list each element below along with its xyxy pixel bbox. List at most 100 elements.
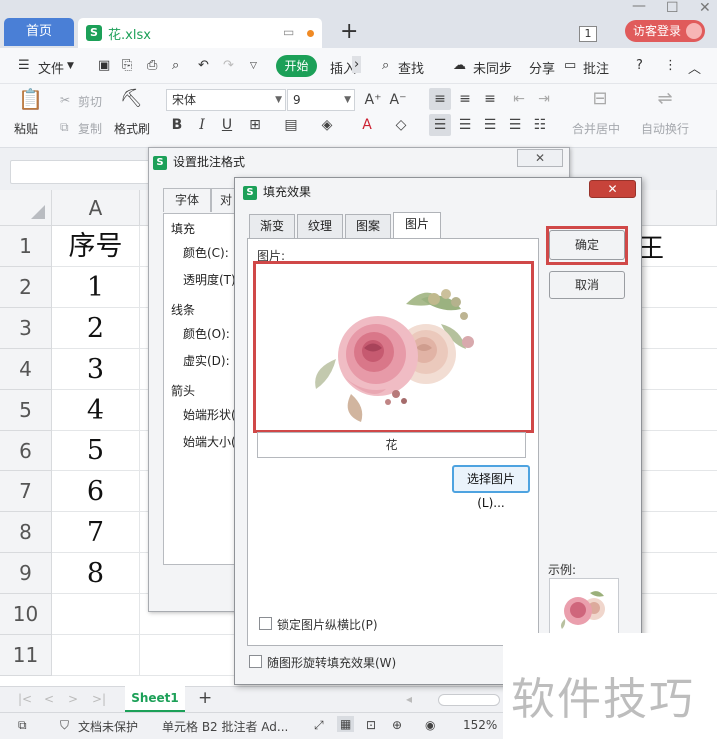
annotate-button[interactable]: 批注 — [583, 58, 609, 77]
page-view-icon[interactable]: ⊡ — [366, 718, 376, 732]
name-box[interactable] — [10, 160, 150, 184]
cell-style-icon[interactable]: ▤ — [280, 114, 302, 136]
chevron-down-icon[interactable]: ▼ — [67, 61, 74, 71]
hamburger-icon[interactable]: ☰ — [18, 58, 30, 73]
indent-increase-icon[interactable]: ⇥ — [533, 88, 555, 110]
export-icon[interactable]: ⎘ — [122, 58, 132, 73]
align-left-icon[interactable]: ☰ — [429, 114, 451, 136]
close-button[interactable]: ✕ — [517, 149, 563, 167]
paste-icon[interactable]: 📋 — [18, 88, 43, 110]
collapse-ribbon-icon[interactable]: ︿ — [688, 58, 701, 77]
print-preview-icon[interactable]: ⌕ — [172, 58, 179, 73]
font-color-icon[interactable]: A — [356, 114, 378, 136]
sync-status[interactable]: 未同步 — [473, 58, 512, 77]
eye-protect-icon[interactable]: ◉ — [425, 718, 435, 732]
merge-center-icon[interactable]: ⊟ — [589, 88, 611, 110]
align-right-icon[interactable]: ☰ — [479, 114, 501, 136]
start-tab[interactable]: 开始 — [276, 55, 317, 77]
monitor-icon[interactable]: ▭ — [283, 25, 294, 39]
layout-icon[interactable]: ⧉ — [18, 718, 27, 733]
cell-a[interactable]: 4 — [52, 390, 140, 431]
tab-picture[interactable]: 图片 — [393, 212, 441, 238]
share-button[interactable]: 分享 — [529, 58, 555, 77]
align-middle-icon[interactable]: ≡ — [454, 88, 476, 110]
row-header[interactable]: 8 — [0, 512, 52, 553]
cell-a[interactable]: 7 — [52, 512, 140, 553]
italic-icon[interactable]: I — [191, 114, 213, 136]
decrease-font-icon[interactable]: A⁻ — [387, 89, 409, 111]
new-tab-button[interactable]: + — [340, 19, 358, 44]
paste-button[interactable]: 粘贴 — [14, 120, 38, 137]
distributed-icon[interactable]: ☷ — [529, 114, 551, 136]
cell-a[interactable]: 2 — [52, 308, 140, 349]
save-icon[interactable]: ▣ — [98, 58, 110, 73]
auto-wrap-icon[interactable]: ⇌ — [654, 88, 676, 110]
row-header[interactable]: 9 — [0, 553, 52, 594]
cell-a[interactable]: 5 — [52, 431, 140, 471]
select-picture-button[interactable]: 选择图片(L)... — [452, 465, 530, 510]
cell-a[interactable]: 1 — [52, 267, 140, 308]
customize-icon[interactable]: ▽ — [250, 61, 257, 71]
row-header[interactable]: 2 — [0, 267, 52, 308]
file-menu[interactable]: 文件 — [38, 58, 64, 77]
redo-icon[interactable]: ↷ — [223, 58, 234, 73]
auto-wrap-button[interactable]: 自动换行 — [641, 120, 689, 137]
row-header[interactable]: 6 — [0, 431, 52, 471]
close-button[interactable]: ✕ — [589, 180, 636, 198]
maximize-icon[interactable]: ☐ — [666, 0, 679, 16]
add-sheet-button[interactable]: + — [198, 688, 212, 708]
cell-a[interactable]: 8 — [52, 553, 140, 594]
file-tab[interactable]: S 花.xlsx ▭ — [78, 18, 322, 48]
select-all-corner[interactable] — [0, 190, 52, 226]
row-header[interactable]: 3 — [0, 308, 52, 349]
align-top-icon[interactable]: ≡ — [429, 88, 451, 110]
find-button[interactable]: 查找 — [398, 58, 424, 77]
visitor-login-button[interactable]: 访客登录 — [625, 20, 705, 42]
help-button[interactable]: ? — [636, 58, 643, 73]
next-sheet-icon[interactable]: > — [68, 692, 78, 706]
cut-button[interactable]: 剪切 — [78, 93, 102, 110]
tab-pattern[interactable]: 图案 — [345, 214, 391, 238]
more-options-icon[interactable]: ⋮ — [664, 58, 677, 73]
expand-icon[interactable]: ⤢ — [314, 718, 324, 733]
print-icon[interactable]: ⎙ — [147, 58, 157, 73]
normal-view-icon[interactable]: ▦ — [337, 716, 355, 732]
cell-a[interactable]: 6 — [52, 471, 140, 512]
copy-button[interactable]: 复制 — [78, 120, 102, 137]
tab-gradient[interactable]: 渐变 — [249, 214, 295, 238]
justify-icon[interactable]: ☰ — [504, 114, 526, 136]
first-sheet-icon[interactable]: |< — [18, 692, 32, 706]
format-painter-icon[interactable]: ⛏ — [120, 88, 143, 110]
align-bottom-icon[interactable]: ≡ — [479, 88, 501, 110]
zoom-level[interactable]: 152% — [463, 718, 497, 732]
format-painter-button[interactable]: 格式刷 — [114, 120, 150, 137]
close-window-icon[interactable]: ✕ — [699, 0, 711, 16]
cell-a[interactable] — [52, 635, 140, 676]
font-size-select[interactable]: 9 ▼ — [287, 89, 355, 111]
row-header[interactable]: 1 — [0, 226, 52, 267]
font-name-select[interactable]: 宋体 ▼ — [166, 89, 286, 111]
minimize-icon[interactable]: — — [632, 0, 646, 14]
fill-color-icon[interactable]: ◈ — [316, 114, 338, 136]
underline-icon[interactable]: U — [216, 114, 238, 136]
increase-font-icon[interactable]: A⁺ — [362, 89, 384, 111]
align-center-icon[interactable]: ☰ — [454, 114, 476, 136]
cell-a[interactable]: 序号 — [52, 226, 140, 267]
cell-a[interactable] — [52, 594, 140, 635]
more-tabs-icon[interactable]: › — [352, 56, 362, 73]
row-header[interactable]: 11 — [0, 635, 52, 676]
window-count-badge[interactable]: 1 — [579, 26, 597, 42]
home-tab[interactable]: 首页 — [4, 18, 74, 46]
row-header[interactable]: 10 — [0, 594, 52, 635]
rotate-with-shape-checkbox[interactable] — [249, 655, 262, 668]
column-header-a[interactable]: A — [52, 190, 140, 226]
tab-texture[interactable]: 纹理 — [297, 214, 343, 238]
ok-button[interactable]: 确定 — [549, 230, 625, 260]
prev-sheet-icon[interactable]: < — [44, 692, 54, 706]
scroll-left-icon[interactable]: ◂ — [406, 692, 412, 706]
merge-center-button[interactable]: 合并居中 — [572, 120, 620, 137]
bold-icon[interactable]: B — [166, 114, 188, 136]
border-icon[interactable]: ⊞ — [244, 114, 266, 136]
eraser-icon[interactable]: ◇ — [390, 114, 412, 136]
freeze-icon[interactable]: ⊕ — [392, 718, 402, 732]
